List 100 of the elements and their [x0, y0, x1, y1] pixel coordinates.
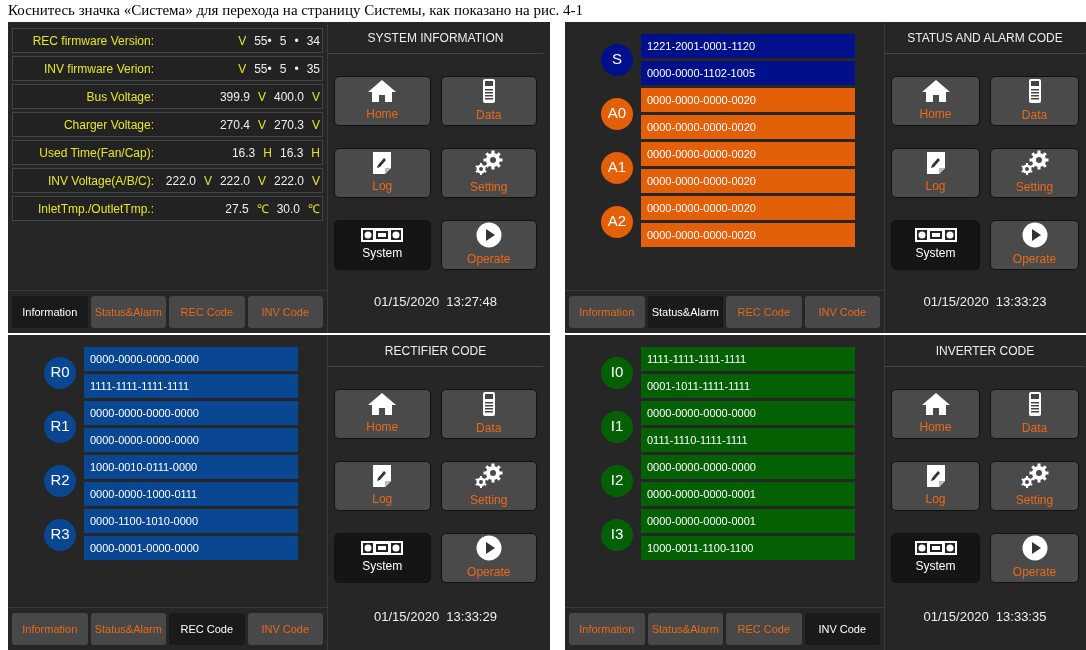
handheld-device-icon — [1027, 391, 1042, 417]
value-text: 270.4 — [219, 116, 250, 134]
operate-nav-button[interactable]: Operate — [990, 533, 1079, 583]
code-bar: 0000-0000-0000-0000 — [641, 401, 855, 425]
code-bar: 1221-2001-0001-1120 — [641, 34, 855, 58]
tab[interactable]: INV Code — [804, 296, 880, 328]
code-bar: 0000-0000-0000-0020 — [641, 88, 855, 112]
info-label: REC firmware Version: — [31, 32, 154, 50]
code-bar: 0000-0000-0000-0000 — [84, 401, 298, 425]
home-nav-button[interactable]: Home — [334, 76, 431, 126]
value-text: • — [294, 60, 299, 78]
document-pen-icon — [372, 151, 393, 175]
unit-label: V — [312, 88, 320, 106]
unit-label: V — [257, 116, 266, 134]
code-bar: 0111-1110-1111-1111 — [641, 428, 855, 452]
tab[interactable]: Status&Alarm — [90, 296, 166, 328]
tab[interactable]: Information — [569, 296, 645, 328]
value-text: • — [294, 32, 299, 50]
unit-label: V — [257, 88, 266, 106]
play-icon — [475, 222, 502, 248]
screen-title: STATUS AND ALARM CODE — [907, 29, 1063, 47]
code-bar: 1000-0010-0111-0000 — [84, 455, 298, 479]
handheld-device-icon — [481, 391, 496, 417]
home-nav-button[interactable]: Home — [334, 389, 431, 439]
unit-label: V — [312, 116, 320, 134]
value-text: 270.3 — [273, 116, 304, 134]
code-bar: 0000-0000-0000-0000 — [641, 455, 855, 479]
value-text: 399.9 — [219, 88, 250, 106]
info-label: INV firmware Verion: — [42, 60, 154, 78]
data-nav-button[interactable]: Data — [990, 389, 1079, 439]
system-nav-button[interactable]: System — [891, 533, 980, 583]
info-label: INV Voltage(A/B/C): — [46, 172, 154, 190]
code-bar: 1111-1111-1111-1111 — [84, 374, 298, 398]
setting-nav-button[interactable]: Setting — [990, 148, 1079, 198]
handheld-device-icon — [481, 78, 496, 104]
code-bar: 0000-0000-0000-0000 — [84, 428, 298, 452]
tab[interactable]: REC Code — [169, 296, 245, 328]
tab[interactable]: Status&Alarm — [647, 613, 723, 645]
value-text: 55• — [254, 60, 272, 78]
code-group-badge: I2 — [601, 464, 633, 497]
code-group-badge: R2 — [44, 464, 76, 497]
log-nav-button[interactable]: Log — [334, 461, 431, 511]
home-nav-button[interactable]: Home — [891, 389, 980, 439]
tab[interactable]: INV Code — [247, 296, 323, 328]
setting-nav-button[interactable]: Setting — [440, 148, 537, 198]
tab[interactable]: REC Code — [169, 613, 245, 645]
setting-nav-button[interactable]: Setting — [440, 461, 537, 511]
data-nav-button[interactable]: Data — [440, 76, 537, 126]
info-label: InletTmp./OutletTmp.: — [36, 200, 154, 218]
operate-nav-button[interactable]: Operate — [990, 220, 1079, 270]
unit-label: H — [311, 144, 320, 162]
operate-nav-button[interactable]: Operate — [440, 533, 537, 583]
code-bar: 0000-0000-1102-1005 — [641, 61, 855, 85]
unit-label: V — [257, 172, 266, 190]
tab[interactable]: INV Code — [247, 613, 323, 645]
tab[interactable]: Status&Alarm — [90, 613, 166, 645]
screen-title: RECTIFIER CODE — [384, 342, 487, 360]
code-bar: 0000-0000-0000-0001 — [641, 509, 855, 533]
unit-label: V — [312, 172, 320, 190]
home-nav-button[interactable]: Home — [891, 76, 980, 126]
data-nav-button[interactable]: Data — [990, 76, 1079, 126]
code-group-badge: I3 — [601, 518, 633, 551]
log-nav-button[interactable]: Log — [334, 148, 431, 198]
system-nav-button[interactable]: System — [334, 533, 431, 583]
system-nav-button[interactable]: System — [891, 220, 980, 270]
unit-label: V — [203, 172, 212, 190]
data-nav-button[interactable]: Data — [440, 389, 537, 439]
home-icon — [920, 79, 951, 103]
code-group-badge: A2 — [601, 205, 633, 238]
tab[interactable]: REC Code — [726, 613, 802, 645]
setting-nav-button[interactable]: Setting — [990, 461, 1079, 511]
unit-label: ℃ — [308, 200, 320, 218]
value-text: 400.0 — [273, 88, 304, 106]
home-icon — [367, 392, 398, 416]
code-bar: 0000-0000-0000-0001 — [641, 482, 855, 506]
tab[interactable]: Information — [12, 296, 88, 328]
log-nav-button[interactable]: Log — [891, 461, 980, 511]
code-group-badge: S — [601, 43, 633, 76]
unit-label: V — [238, 32, 247, 50]
code-bar: 1000-0011-1100-1100 — [641, 536, 855, 560]
date-time: 01/15/2020 13:33:35 — [923, 607, 1047, 626]
system-nav-button[interactable]: System — [334, 220, 431, 270]
unit-label: H — [263, 144, 272, 162]
document-pen-icon — [925, 464, 946, 488]
tab[interactable]: Status&Alarm — [647, 296, 723, 328]
tab[interactable]: INV Code — [804, 613, 880, 645]
operate-nav-button[interactable]: Operate — [440, 220, 537, 270]
home-icon — [367, 79, 398, 103]
tab[interactable]: Information — [569, 613, 645, 645]
code-bar: 0000-0000-0000-0020 — [641, 223, 855, 247]
play-icon — [475, 535, 502, 561]
log-nav-button[interactable]: Log — [891, 148, 980, 198]
date-time: 01/15/2020 13:27:48 — [374, 292, 497, 311]
value-text: 222.0 — [219, 172, 250, 190]
code-group-badge: I0 — [601, 356, 633, 389]
handheld-device-icon — [1027, 78, 1042, 104]
cabinet-fans-icon — [361, 228, 404, 242]
value-text: 27.5 — [225, 200, 249, 218]
tab[interactable]: REC Code — [726, 296, 802, 328]
tab[interactable]: Information — [12, 613, 88, 645]
